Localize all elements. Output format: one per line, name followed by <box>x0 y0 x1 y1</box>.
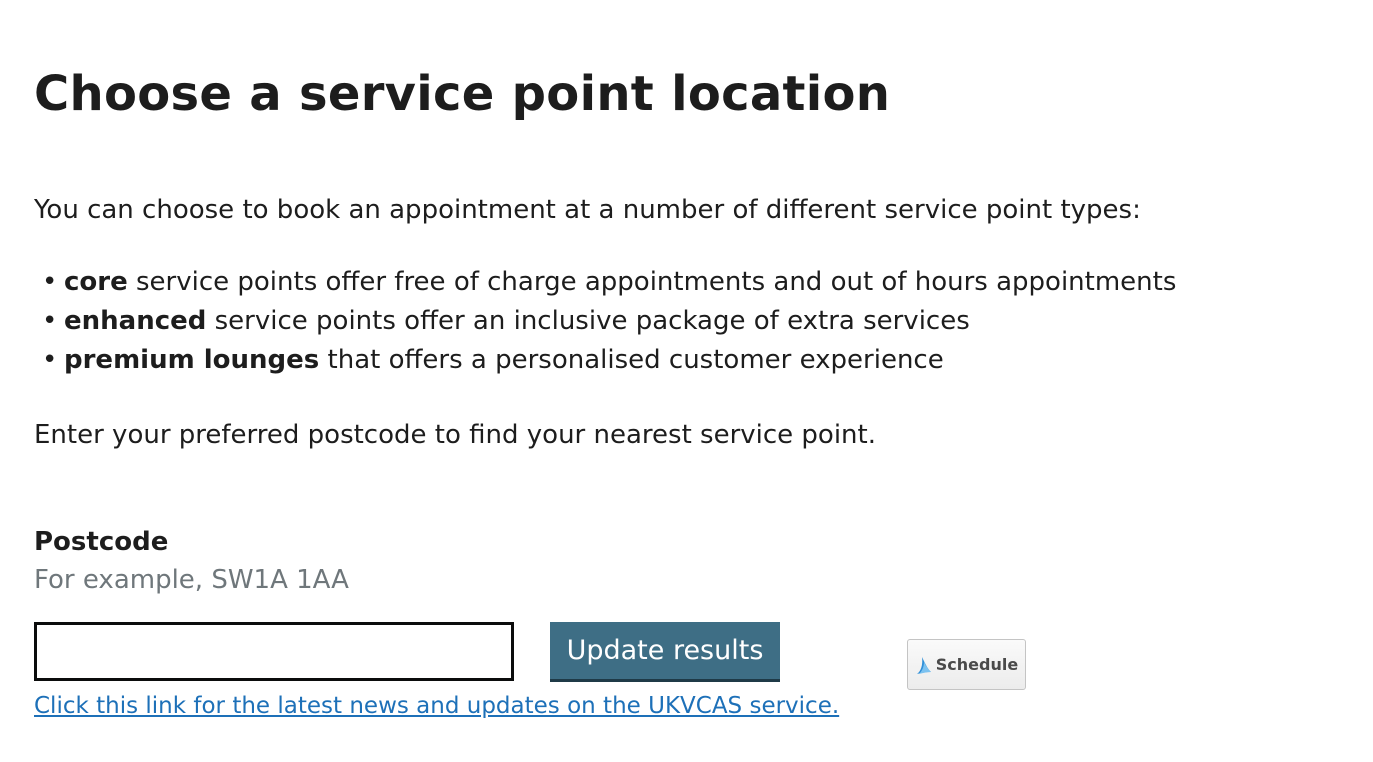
schedule-wing-icon <box>915 655 933 675</box>
bullet: • <box>42 267 58 297</box>
service-type-list: • core service points offer free of char… <box>34 263 1176 380</box>
schedule-label: Schedule <box>935 655 1019 674</box>
page-title: Choose a service point location <box>34 66 891 122</box>
postcode-label: Postcode <box>34 527 169 557</box>
service-type-name: core <box>64 267 128 297</box>
postcode-example-hint: For example, SW1A 1AA <box>34 565 349 595</box>
schedule-button[interactable]: Schedule <box>907 639 1026 690</box>
postcode-prompt: Enter your preferred postcode to find yo… <box>34 420 876 450</box>
list-item-enhanced: • enhanced service points offer an inclu… <box>34 302 1176 341</box>
service-type-description: that offers a personalised customer expe… <box>319 345 944 375</box>
bullet: • <box>42 306 58 336</box>
service-type-name: enhanced <box>64 306 207 336</box>
postcode-input[interactable] <box>34 622 514 681</box>
update-results-button[interactable]: Update results <box>550 622 780 682</box>
intro-text: You can choose to book an appointment at… <box>34 195 1141 225</box>
ukvcas-news-link[interactable]: Click this link for the latest news and … <box>34 690 839 722</box>
service-type-description: service points offer an inclusive packag… <box>206 306 970 336</box>
list-item-premium-lounges: • premium lounges that offers a personal… <box>34 341 1176 380</box>
service-point-page: Choose a service point location You can … <box>0 0 1373 762</box>
service-type-description: service points offer free of charge appo… <box>127 267 1177 297</box>
list-item-core: • core service points offer free of char… <box>34 263 1176 302</box>
service-type-name: premium lounges <box>64 345 320 375</box>
bullet: • <box>42 345 58 375</box>
